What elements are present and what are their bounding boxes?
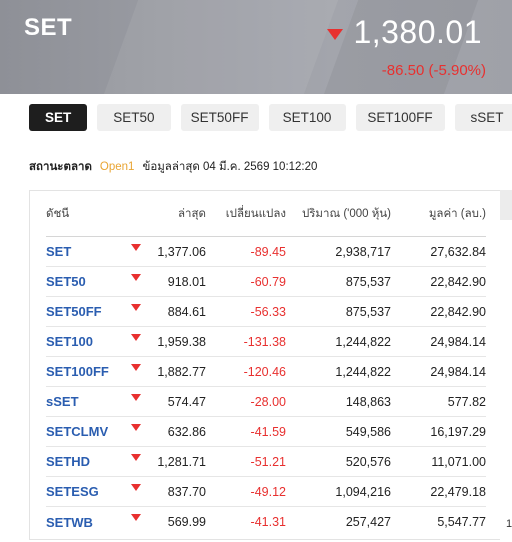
- table-row[interactable]: SET50FF 884.61 -56.33 875,537 22,842.90: [46, 297, 486, 327]
- index-tabs: SET SET50 SET50FF SET100 SET100FF sSET: [29, 104, 512, 131]
- table-row[interactable]: sSET 574.47 -28.00 148,863 577.82: [46, 387, 486, 417]
- index-title: SET: [24, 14, 73, 41]
- volume-cell: 1,094,216: [335, 484, 391, 499]
- market-status: สถานะตลาด Open1 ข้อมูลล่าสุด 04 มี.ค. 25…: [29, 158, 317, 176]
- adjacent-panel-edge: [500, 190, 512, 220]
- banner-decoration: [94, 0, 346, 94]
- last-cell: 884.61: [167, 304, 206, 319]
- change-cell: -131.38: [243, 334, 286, 349]
- table-row[interactable]: SETHD 1,281.71 -51.21 520,576 11,071.00: [46, 447, 486, 477]
- last-cell: 1,281.71: [157, 454, 206, 469]
- volume-cell: 257,427: [345, 515, 391, 529]
- index-header-banner: SET 1,380.01 -86.50 (-5.90%): [0, 0, 512, 94]
- table-row[interactable]: SETCLMV 632.86 -41.59 549,586 16,197.29: [46, 417, 486, 447]
- adjacent-panel-text: 1: [506, 518, 512, 530]
- index-price-group: 1,380.01: [327, 14, 482, 51]
- header-name[interactable]: ดัชนี: [46, 205, 128, 223]
- down-arrow-icon: [131, 363, 141, 371]
- down-arrow-icon: [131, 423, 141, 431]
- last-cell: 632.86: [167, 424, 206, 439]
- value-cell: 577.82: [447, 394, 486, 409]
- change-cell: -56.33: [250, 304, 286, 319]
- value-cell: 24,984.14: [430, 334, 486, 349]
- header-change[interactable]: เปลี่ยนแปลง: [206, 205, 286, 223]
- tab-set50[interactable]: SET50: [97, 104, 171, 131]
- down-arrow-icon: [131, 393, 141, 401]
- volume-cell: 875,537: [345, 274, 391, 289]
- last-cell: 1,882.77: [157, 364, 206, 379]
- table-row[interactable]: SETWB 569.99 -41.31 257,427 5,547.77: [46, 507, 486, 537]
- tab-set100ff[interactable]: SET100FF: [355, 104, 445, 131]
- down-arrow-icon: [131, 514, 141, 521]
- down-arrow-icon: [131, 333, 141, 341]
- down-arrow-icon: [131, 483, 141, 491]
- down-arrow-icon: [131, 243, 141, 251]
- market-state-badge: Open1: [99, 161, 135, 173]
- last-cell: 918.01: [167, 274, 206, 289]
- index-name-link[interactable]: SETWB: [46, 515, 128, 530]
- index-name-link[interactable]: SETCLMV: [46, 424, 128, 439]
- change-cell: -120.46: [243, 364, 286, 379]
- value-cell: 22,479.18: [430, 484, 486, 499]
- last-cell: 1,959.38: [157, 334, 206, 349]
- last-cell: 569.99: [167, 515, 206, 529]
- value-cell: 24,984.14: [430, 364, 486, 379]
- table-row[interactable]: SET100FF 1,882.77 -120.46 1,244,822 24,9…: [46, 357, 486, 387]
- header-value[interactable]: มูลค่า (ลบ.): [391, 205, 486, 223]
- change-cell: -60.79: [250, 274, 286, 289]
- index-change: -86.50 (-5.90%): [381, 62, 486, 79]
- tab-sset[interactable]: sSET: [454, 104, 512, 131]
- volume-cell: 520,576: [345, 454, 391, 469]
- table-row[interactable]: SET50 918.01 -60.79 875,537 22,842.90: [46, 267, 486, 297]
- last-cell: 1,377.06: [157, 244, 206, 259]
- last-updated-text: ข้อมูลล่าสุด 04 มี.ค. 2569 10:12:20: [142, 161, 318, 173]
- value-cell: 22,842.90: [430, 304, 486, 319]
- index-name-link[interactable]: SET50: [46, 274, 128, 289]
- change-cell: -49.12: [250, 484, 286, 499]
- down-triangle-icon: [327, 29, 344, 40]
- index-name-link[interactable]: SET50FF: [46, 304, 128, 319]
- index-name-link[interactable]: SET100FF: [46, 364, 128, 379]
- index-price: 1,380.01: [353, 14, 482, 50]
- change-cell: -89.45: [250, 244, 286, 259]
- volume-cell: 148,863: [345, 394, 391, 409]
- table-header: ดัชนี ล่าสุด เปลี่ยนแปลง ปริมาณ ('000 หุ…: [46, 191, 486, 237]
- volume-cell: 1,244,822: [335, 364, 391, 379]
- value-cell: 16,197.29: [430, 424, 486, 439]
- value-cell: 22,842.90: [430, 274, 486, 289]
- table-row[interactable]: SETESG 837.70 -49.12 1,094,216 22,479.18: [46, 477, 486, 507]
- change-cell: -28.00: [250, 394, 286, 409]
- value-cell: 27,632.84: [430, 244, 486, 259]
- value-cell: 5,547.77: [437, 515, 486, 529]
- header-volume[interactable]: ปริมาณ ('000 หุ้น): [286, 205, 391, 223]
- change-cell: -41.31: [250, 515, 286, 529]
- last-cell: 837.70: [167, 484, 206, 499]
- down-arrow-icon: [131, 303, 141, 311]
- change-cell: -41.59: [250, 424, 286, 439]
- market-status-label: สถานะตลาด: [29, 161, 92, 173]
- table-row[interactable]: SET 1,377.06 -89.45 2,938,717 27,632.84: [46, 237, 486, 267]
- index-table: ดัชนี ล่าสุด เปลี่ยนแปลง ปริมาณ ('000 หุ…: [29, 190, 500, 540]
- index-name-link[interactable]: SET100: [46, 334, 128, 349]
- tab-set[interactable]: SET: [29, 104, 88, 131]
- volume-cell: 1,244,822: [335, 334, 391, 349]
- down-arrow-icon: [131, 453, 141, 461]
- volume-cell: 875,537: [345, 304, 391, 319]
- tab-set50ff[interactable]: SET50FF: [180, 104, 259, 131]
- index-name-link[interactable]: sSET: [46, 394, 128, 409]
- change-cell: -51.21: [250, 454, 286, 469]
- value-cell: 11,071.00: [431, 454, 486, 469]
- header-last[interactable]: ล่าสุด: [144, 205, 206, 223]
- tab-set100[interactable]: SET100: [268, 104, 346, 131]
- index-name-link[interactable]: SETESG: [46, 484, 128, 499]
- index-name-link[interactable]: SET: [46, 244, 128, 259]
- index-name-link[interactable]: SETHD: [46, 454, 128, 469]
- down-arrow-icon: [131, 273, 141, 281]
- last-cell: 574.47: [167, 394, 206, 409]
- volume-cell: 549,586: [345, 424, 391, 439]
- table-row[interactable]: SET100 1,959.38 -131.38 1,244,822 24,984…: [46, 327, 486, 357]
- volume-cell: 2,938,717: [335, 244, 391, 259]
